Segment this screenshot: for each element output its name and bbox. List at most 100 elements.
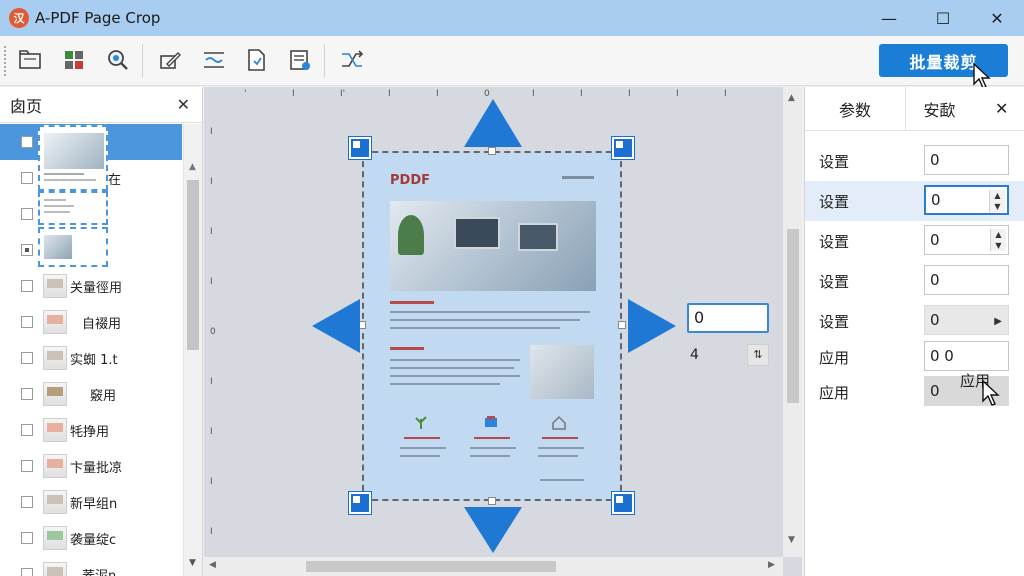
title-bar: 汉 A-PDF Page Crop — ☐ ✕	[0, 0, 1024, 36]
parameters-panel-close-icon[interactable]: ✕	[995, 99, 1008, 118]
pages-scrollbar[interactable]: ▲ ▼	[183, 124, 202, 576]
param-row: 设置 0 ▲ ▼	[805, 221, 1024, 261]
toolbar	[0, 36, 1024, 86]
page-thumbnail-preview[interactable]	[38, 227, 108, 267]
page-checkbox[interactable]	[21, 388, 33, 400]
selected-page-thumbnail[interactable]	[38, 125, 108, 191]
page-thumbnail	[43, 490, 67, 514]
page-item[interactable]: 关量徑用	[0, 268, 182, 304]
crop-arrow-right-icon[interactable]	[626, 297, 678, 355]
page-checkbox[interactable]	[21, 532, 33, 544]
pages-panel-close-icon[interactable]: ✕	[177, 95, 190, 114]
scroll-up-icon[interactable]: ▲	[788, 93, 795, 103]
param-label: 应用	[819, 384, 850, 402]
param-row: 设置 0 ▲ ▼	[805, 181, 1024, 221]
zoom-icon[interactable]	[104, 46, 132, 74]
page-item[interactable]: 竅用	[0, 376, 182, 412]
page-checkbox[interactable]	[21, 172, 33, 184]
page-thumbnail-preview[interactable]	[38, 191, 108, 225]
page-checkbox[interactable]	[21, 280, 33, 292]
page-item[interactable]: 自裰用	[0, 304, 182, 340]
page-brand-text: PDDF	[390, 173, 430, 188]
scroll-down-icon[interactable]: ▼	[788, 535, 795, 545]
page-checkbox[interactable]	[21, 496, 33, 508]
app-logo-icon: 汉	[9, 8, 29, 28]
scroll-thumb[interactable]	[306, 561, 556, 572]
param-select[interactable]: 0 ▶	[924, 305, 1009, 335]
crop-arrow-down-icon[interactable]	[462, 505, 524, 555]
edit-icon[interactable]	[156, 46, 184, 74]
page-item[interactable]: 实蜘 1.t	[0, 340, 182, 376]
param-label: 设置	[819, 273, 850, 291]
canvas-horizontal-scrollbar[interactable]: ◀ ▶	[204, 557, 783, 576]
page-checkbox[interactable]	[21, 244, 33, 256]
scroll-up-icon[interactable]: ▲	[189, 162, 196, 172]
tab-settings[interactable]: 安歃	[905, 87, 973, 131]
mouse-cursor-icon	[973, 62, 991, 89]
canvas-vertical-scrollbar[interactable]: ▲ ▼	[783, 87, 802, 557]
page-label: 竅用	[90, 388, 117, 404]
page-hero-image	[390, 201, 596, 291]
settings-doc-icon[interactable]	[286, 46, 314, 74]
toolbar-grip[interactable]	[4, 46, 7, 76]
page-item[interactable]: 荞泥n	[0, 556, 182, 576]
mouse-cursor-icon	[982, 379, 1000, 406]
pdf-page-preview[interactable]: PDDF	[362, 151, 622, 501]
maximize-button[interactable]: ☐	[916, 0, 970, 36]
page-checkbox[interactable]	[21, 208, 33, 220]
page-label: 自裰用	[82, 316, 122, 332]
page-icon[interactable]	[242, 46, 270, 74]
minimize-button[interactable]: —	[862, 0, 916, 36]
crop-corner-handle-bottom-left[interactable]	[349, 492, 371, 514]
page-item[interactable]: 袭量绽c	[0, 520, 182, 556]
tab-parameters[interactable]: 参数	[805, 87, 905, 131]
param-input[interactable]: 0	[924, 265, 1009, 295]
crop-arrow-left-icon[interactable]	[310, 297, 362, 355]
crop-edge-handle-bottom[interactable]	[488, 497, 496, 505]
page-thumbnail	[43, 346, 67, 370]
page-checkbox[interactable]	[21, 136, 33, 148]
page-thumbnail	[43, 454, 67, 478]
open-folder-icon[interactable]	[16, 46, 44, 74]
crop-corner-handle-bottom-right[interactable]	[612, 492, 634, 514]
page-label: 关量徑用	[70, 280, 123, 296]
crop-auto-icon[interactable]	[200, 46, 228, 74]
shuffle-icon[interactable]	[338, 46, 366, 74]
scroll-down-icon[interactable]: ▼	[189, 558, 196, 568]
scroll-right-icon[interactable]: ▶	[768, 560, 775, 570]
page-item[interactable]: 卞量批凉	[0, 448, 182, 484]
scroll-thumb[interactable]	[187, 180, 199, 350]
page-label: 袭量绽c	[70, 532, 117, 548]
param-input[interactable]: 0 0	[924, 341, 1009, 371]
crop-arrow-up-icon[interactable]	[462, 97, 524, 149]
page-checkbox[interactable]	[21, 568, 33, 576]
param-input[interactable]: 0	[924, 145, 1009, 175]
page-item[interactable]: 新早组n	[0, 484, 182, 520]
thumbnails-icon[interactable]	[60, 46, 88, 74]
scroll-thumb[interactable]	[787, 229, 799, 403]
crop-stepper-icon[interactable]: ⇅	[747, 344, 769, 366]
page-thumbnail	[43, 310, 67, 334]
page-thumbnail	[43, 526, 67, 550]
page-checkbox[interactable]	[21, 460, 33, 472]
param-input[interactable]: 0 ▲ ▼	[924, 185, 1009, 215]
scroll-left-icon[interactable]: ◀	[209, 560, 216, 570]
parameters-panel: 参数 安歃 ✕ 设置 0 设置 0 ▲ ▼ 设置 0 ▲ ▼ 设置 0 设置 0 ▶…	[804, 87, 1024, 576]
page-label: 实蜘 1.t	[70, 352, 118, 368]
page-label: 牦挣用	[70, 424, 110, 440]
page-thumbnail	[43, 382, 67, 406]
param-input[interactable]: 0 ▲ ▼	[924, 225, 1009, 255]
crop-corner-handle-top-left[interactable]	[349, 137, 371, 159]
page-checkbox[interactable]	[21, 424, 33, 436]
page-item[interactable]: 牦挣用	[0, 412, 182, 448]
close-button[interactable]: ✕	[970, 0, 1024, 36]
crop-edge-handle-right[interactable]	[618, 321, 626, 329]
page-checkbox[interactable]	[21, 352, 33, 364]
page-canvas[interactable]: ' I I' I I 0 I I I I I I I I I 0 I I I I…	[204, 87, 802, 576]
crop-corner-handle-top-right[interactable]	[612, 137, 634, 159]
page-secondary-image	[530, 345, 594, 399]
spin-arrows-icon[interactable]: ▲ ▼	[989, 190, 1005, 212]
page-checkbox[interactable]	[21, 316, 33, 328]
crop-offset-input[interactable]: 0	[687, 303, 769, 333]
spin-arrows-icon[interactable]: ▲ ▼	[990, 229, 1006, 251]
